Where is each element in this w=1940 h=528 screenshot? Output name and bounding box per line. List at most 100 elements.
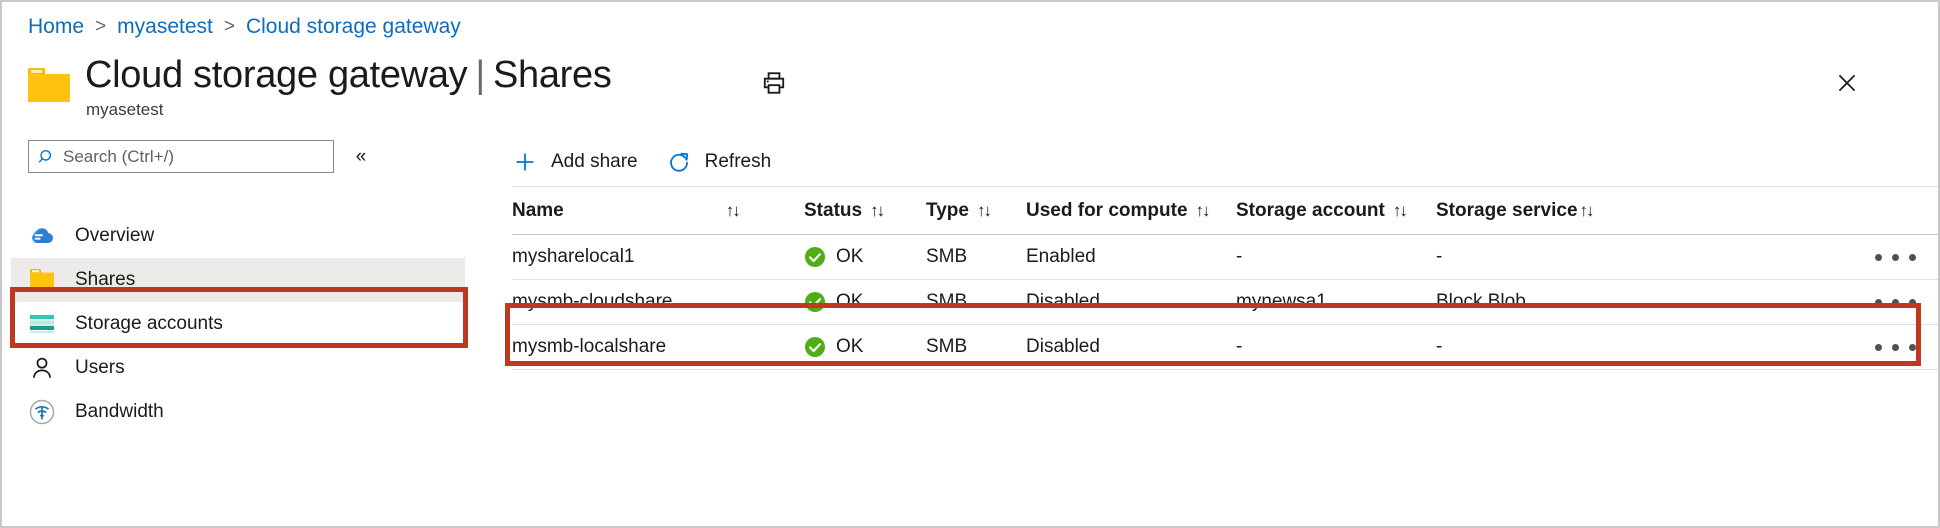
sidebar-item-overview[interactable]: Overview	[11, 214, 465, 258]
cell-type: SMB	[926, 336, 1026, 358]
column-header-storage-account[interactable]: Storage account ↑↓	[1236, 200, 1436, 222]
column-header-label: Storage account	[1236, 200, 1385, 222]
cell-status: OK	[804, 291, 926, 313]
more-options-icon[interactable]	[1869, 246, 1922, 269]
cell-storage-service: -	[1436, 246, 1666, 268]
cell-storage-service: -	[1436, 336, 1666, 358]
breadcrumb-separator-icon: >	[224, 16, 235, 38]
sidebar-item-bandwidth[interactable]: Bandwidth	[11, 390, 465, 434]
breadcrumb-separator-icon: >	[95, 16, 106, 38]
sort-icon: ↑↓	[977, 201, 990, 221]
table-header-row: Name ↑↓ Status ↑↓ Type ↑↓ Used for compu…	[512, 187, 1938, 235]
search-input[interactable]	[59, 146, 325, 168]
page-title: Cloud storage gateway|Shares	[85, 54, 612, 97]
user-icon	[27, 353, 57, 383]
close-icon	[1834, 70, 1860, 101]
column-header-label: Type	[926, 200, 969, 222]
sidebar-item-shares[interactable]: Shares	[11, 258, 465, 302]
column-header-label: Used for compute	[1026, 200, 1188, 222]
check-circle-icon	[804, 336, 826, 358]
breadcrumb-item-myasetest[interactable]: myasetest	[117, 15, 213, 39]
add-share-label: Add share	[551, 151, 638, 173]
cell-used-for-compute: Disabled	[1026, 291, 1236, 313]
shares-table: Name ↑↓ Status ↑↓ Type ↑↓ Used for compu…	[512, 187, 1938, 370]
close-button[interactable]	[1828, 66, 1866, 104]
column-header-type[interactable]: Type ↑↓	[926, 200, 1026, 222]
blade-header: Cloud storage gateway|Shares myasetest	[28, 54, 1888, 120]
search-icon	[37, 147, 59, 167]
column-header-label: Name	[512, 200, 564, 222]
print-button[interactable]	[754, 66, 794, 104]
column-header-name[interactable]: Name ↑↓	[512, 200, 804, 222]
column-header-status[interactable]: Status ↑↓	[804, 200, 926, 222]
cloud-icon	[27, 221, 57, 251]
sort-icon: ↑↓	[1196, 201, 1209, 221]
printer-icon	[761, 70, 787, 101]
sidebar-item-label: Storage accounts	[75, 313, 223, 335]
sort-icon: ↑↓	[1580, 201, 1593, 221]
breadcrumb: Home > myasetest > Cloud storage gateway	[28, 12, 461, 42]
sort-icon: ↑↓	[870, 201, 883, 221]
table-row[interactable]: mysmb-localshare OK SMB Disabled - -	[512, 325, 1938, 370]
cell-name: mysmb-localshare	[512, 336, 804, 358]
more-options-icon[interactable]	[1869, 336, 1922, 359]
folder-icon	[27, 265, 57, 295]
cell-name: mysmb-cloudshare	[512, 291, 804, 313]
check-circle-icon	[804, 246, 826, 268]
collapse-sidebar-button[interactable]: «	[347, 144, 375, 170]
cell-status: OK	[804, 246, 926, 268]
cell-actions	[1666, 291, 1938, 314]
column-header-used-for-compute[interactable]: Used for compute ↑↓	[1026, 200, 1236, 222]
status-badge: OK	[836, 291, 863, 313]
cell-used-for-compute: Enabled	[1026, 246, 1236, 268]
cell-used-for-compute: Disabled	[1026, 336, 1236, 358]
refresh-button[interactable]: Refresh	[666, 142, 772, 182]
table-row[interactable]: mysmb-cloudshare OK SMB Disabled mynewsa…	[512, 280, 1938, 325]
add-share-button[interactable]: Add share	[512, 142, 638, 182]
plus-icon	[512, 149, 538, 175]
page-title-divider: |	[467, 54, 493, 96]
cell-type: SMB	[926, 246, 1026, 268]
cell-storage-account: -	[1236, 246, 1436, 268]
more-options-icon[interactable]	[1869, 291, 1922, 314]
sidebar-item-label: Overview	[75, 225, 154, 247]
bandwidth-icon	[27, 397, 57, 427]
folder-icon	[28, 68, 70, 102]
sort-icon: ↑↓	[726, 201, 739, 221]
storage-account-icon	[27, 309, 57, 339]
cell-storage-service: Block Blob	[1436, 291, 1666, 313]
status-badge: OK	[836, 246, 863, 268]
sidebar-item-label: Users	[75, 357, 125, 379]
breadcrumb-item-cloud-storage-gateway[interactable]: Cloud storage gateway	[246, 15, 461, 39]
sidebar: « Overview Shar	[2, 130, 472, 528]
azure-portal-blade: Home > myasetest > Cloud storage gateway…	[0, 0, 1940, 528]
table-row[interactable]: mysharelocal1 OK SMB Enabled - -	[512, 235, 1938, 280]
main-content: Add share Refresh Name ↑↓	[472, 130, 1938, 528]
chevron-double-left-icon: «	[356, 146, 367, 168]
cell-storage-account: mynewsa1	[1236, 291, 1436, 313]
sort-icon: ↑↓	[1393, 201, 1406, 221]
search-box[interactable]	[28, 140, 334, 173]
sidebar-item-label: Shares	[75, 269, 135, 291]
cell-actions	[1666, 246, 1938, 269]
sidebar-item-storage-accounts[interactable]: Storage accounts	[11, 302, 465, 346]
cell-actions	[1666, 336, 1938, 359]
cell-type: SMB	[926, 291, 1026, 313]
cell-storage-account: -	[1236, 336, 1436, 358]
sidebar-item-label: Bandwidth	[75, 401, 164, 423]
column-header-storage-service[interactable]: Storage service ↑↓	[1436, 200, 1666, 222]
column-header-label: Status	[804, 200, 862, 222]
page-title-resource: Cloud storage gateway	[85, 54, 467, 96]
refresh-label: Refresh	[705, 151, 772, 173]
cell-name: mysharelocal1	[512, 246, 804, 268]
status-badge: OK	[836, 336, 863, 358]
column-header-label: Storage service	[1436, 200, 1578, 222]
check-circle-icon	[804, 291, 826, 313]
breadcrumb-item-home[interactable]: Home	[28, 15, 84, 39]
sidebar-item-users[interactable]: Users	[11, 346, 465, 390]
page-title-section: Shares	[493, 54, 612, 96]
page-subtitle: myasetest	[86, 100, 163, 120]
refresh-icon	[666, 149, 692, 175]
cell-status: OK	[804, 336, 926, 358]
command-bar: Add share Refresh	[512, 138, 799, 186]
